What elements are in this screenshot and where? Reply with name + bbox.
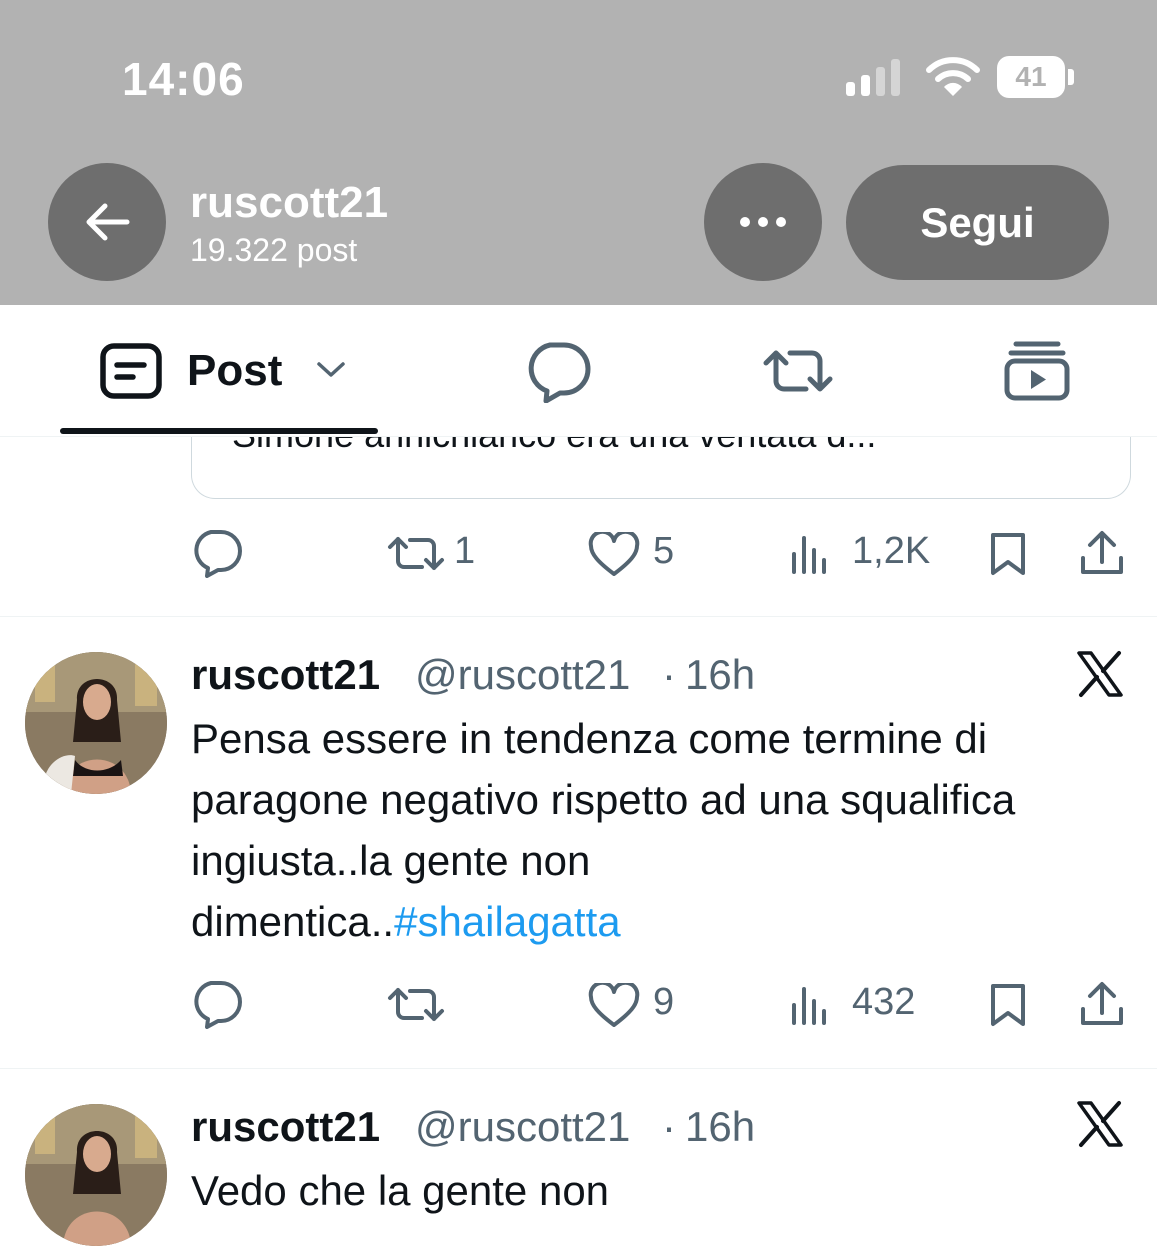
follow-button[interactable]: Segui — [846, 165, 1109, 280]
battery-nub — [1068, 69, 1074, 85]
repost-icon[interactable] — [386, 532, 446, 576]
avatar[interactable] — [25, 652, 167, 794]
post-action-bar: 9 432 — [190, 971, 1140, 1035]
chevron-down-icon[interactable] — [316, 360, 346, 380]
post-action-bar: 1 5 1,2K — [190, 520, 1140, 584]
battery-icon: 41 — [997, 56, 1065, 98]
battery-level: 41 — [1015, 61, 1047, 92]
repost-count: 1 — [454, 530, 476, 572]
views-icon[interactable] — [790, 985, 832, 1025]
like-icon[interactable] — [588, 532, 640, 578]
ellipsis-icon — [740, 217, 786, 227]
avatar-photo — [25, 652, 167, 794]
bookmark-icon[interactable] — [988, 981, 1028, 1029]
more-options-button[interactable] — [704, 163, 822, 281]
avatar-photo — [25, 1104, 167, 1246]
tweet-text-line: Pensa essere in tendenza come termine di — [191, 715, 988, 762]
tweet-text-line: dimentica..#shailagatta — [191, 891, 1141, 952]
tweet-text-tail: dimentica.. — [191, 898, 395, 945]
signal-icon — [846, 58, 906, 96]
tweet-text: Vedo che la gente non — [191, 1160, 1141, 1221]
tweet-text-line: ingiusta..la gente non — [191, 837, 591, 884]
reply-icon[interactable] — [190, 979, 244, 1029]
x-logo-icon — [1077, 651, 1123, 697]
post-list-icon — [100, 343, 162, 399]
tweet-author-name[interactable]: ruscott21 — [191, 1103, 380, 1151]
back-button[interactable] — [48, 163, 166, 281]
like-count: 5 — [653, 530, 675, 572]
tweet-text-line: paragone negativo rispetto ad una squali… — [191, 776, 1016, 823]
tweet-text-line: Vedo che la gente non — [191, 1167, 610, 1214]
tab-media-icon[interactable] — [1004, 339, 1070, 401]
tweet-author-handle[interactable]: @ruscott21 — [415, 651, 630, 699]
view-count: 1,2K — [852, 530, 931, 572]
status-time: 14:06 — [122, 53, 245, 105]
reply-icon[interactable] — [190, 528, 244, 578]
handle-separator: · — [662, 651, 676, 698]
tab-reposts-icon[interactable] — [760, 343, 836, 399]
view-count: 432 — [852, 981, 916, 1023]
x-logo-icon — [1077, 1101, 1123, 1147]
wifi-icon — [926, 56, 980, 98]
hashtag-link[interactable]: #shailagatta — [394, 898, 621, 945]
tweet-timestamp[interactable]: 16h — [685, 1103, 755, 1151]
profile-name: ruscott21 — [190, 178, 389, 227]
tab-post-label: Post — [187, 346, 283, 395]
like-count: 9 — [653, 981, 675, 1023]
handle-separator: · — [662, 1103, 676, 1150]
profile-post-count: 19.322 post — [190, 232, 358, 268]
share-icon[interactable] — [1078, 528, 1126, 578]
tweet-author-handle[interactable]: @ruscott21 — [415, 1103, 630, 1151]
tweet-text: Pensa essere in tendenza come termine di… — [191, 708, 1141, 952]
views-icon[interactable] — [790, 534, 832, 574]
bookmark-icon[interactable] — [988, 530, 1028, 578]
avatar[interactable] — [25, 1104, 167, 1246]
back-arrow-icon — [86, 203, 130, 241]
tweet-author-name[interactable]: ruscott21 — [191, 651, 380, 699]
tweet-timestamp[interactable]: 16h — [685, 651, 755, 699]
tab-replies-icon[interactable] — [524, 339, 592, 403]
share-icon[interactable] — [1078, 979, 1126, 1029]
repost-icon[interactable] — [386, 983, 446, 1027]
active-tab-indicator — [60, 428, 378, 434]
like-icon[interactable] — [588, 983, 640, 1029]
